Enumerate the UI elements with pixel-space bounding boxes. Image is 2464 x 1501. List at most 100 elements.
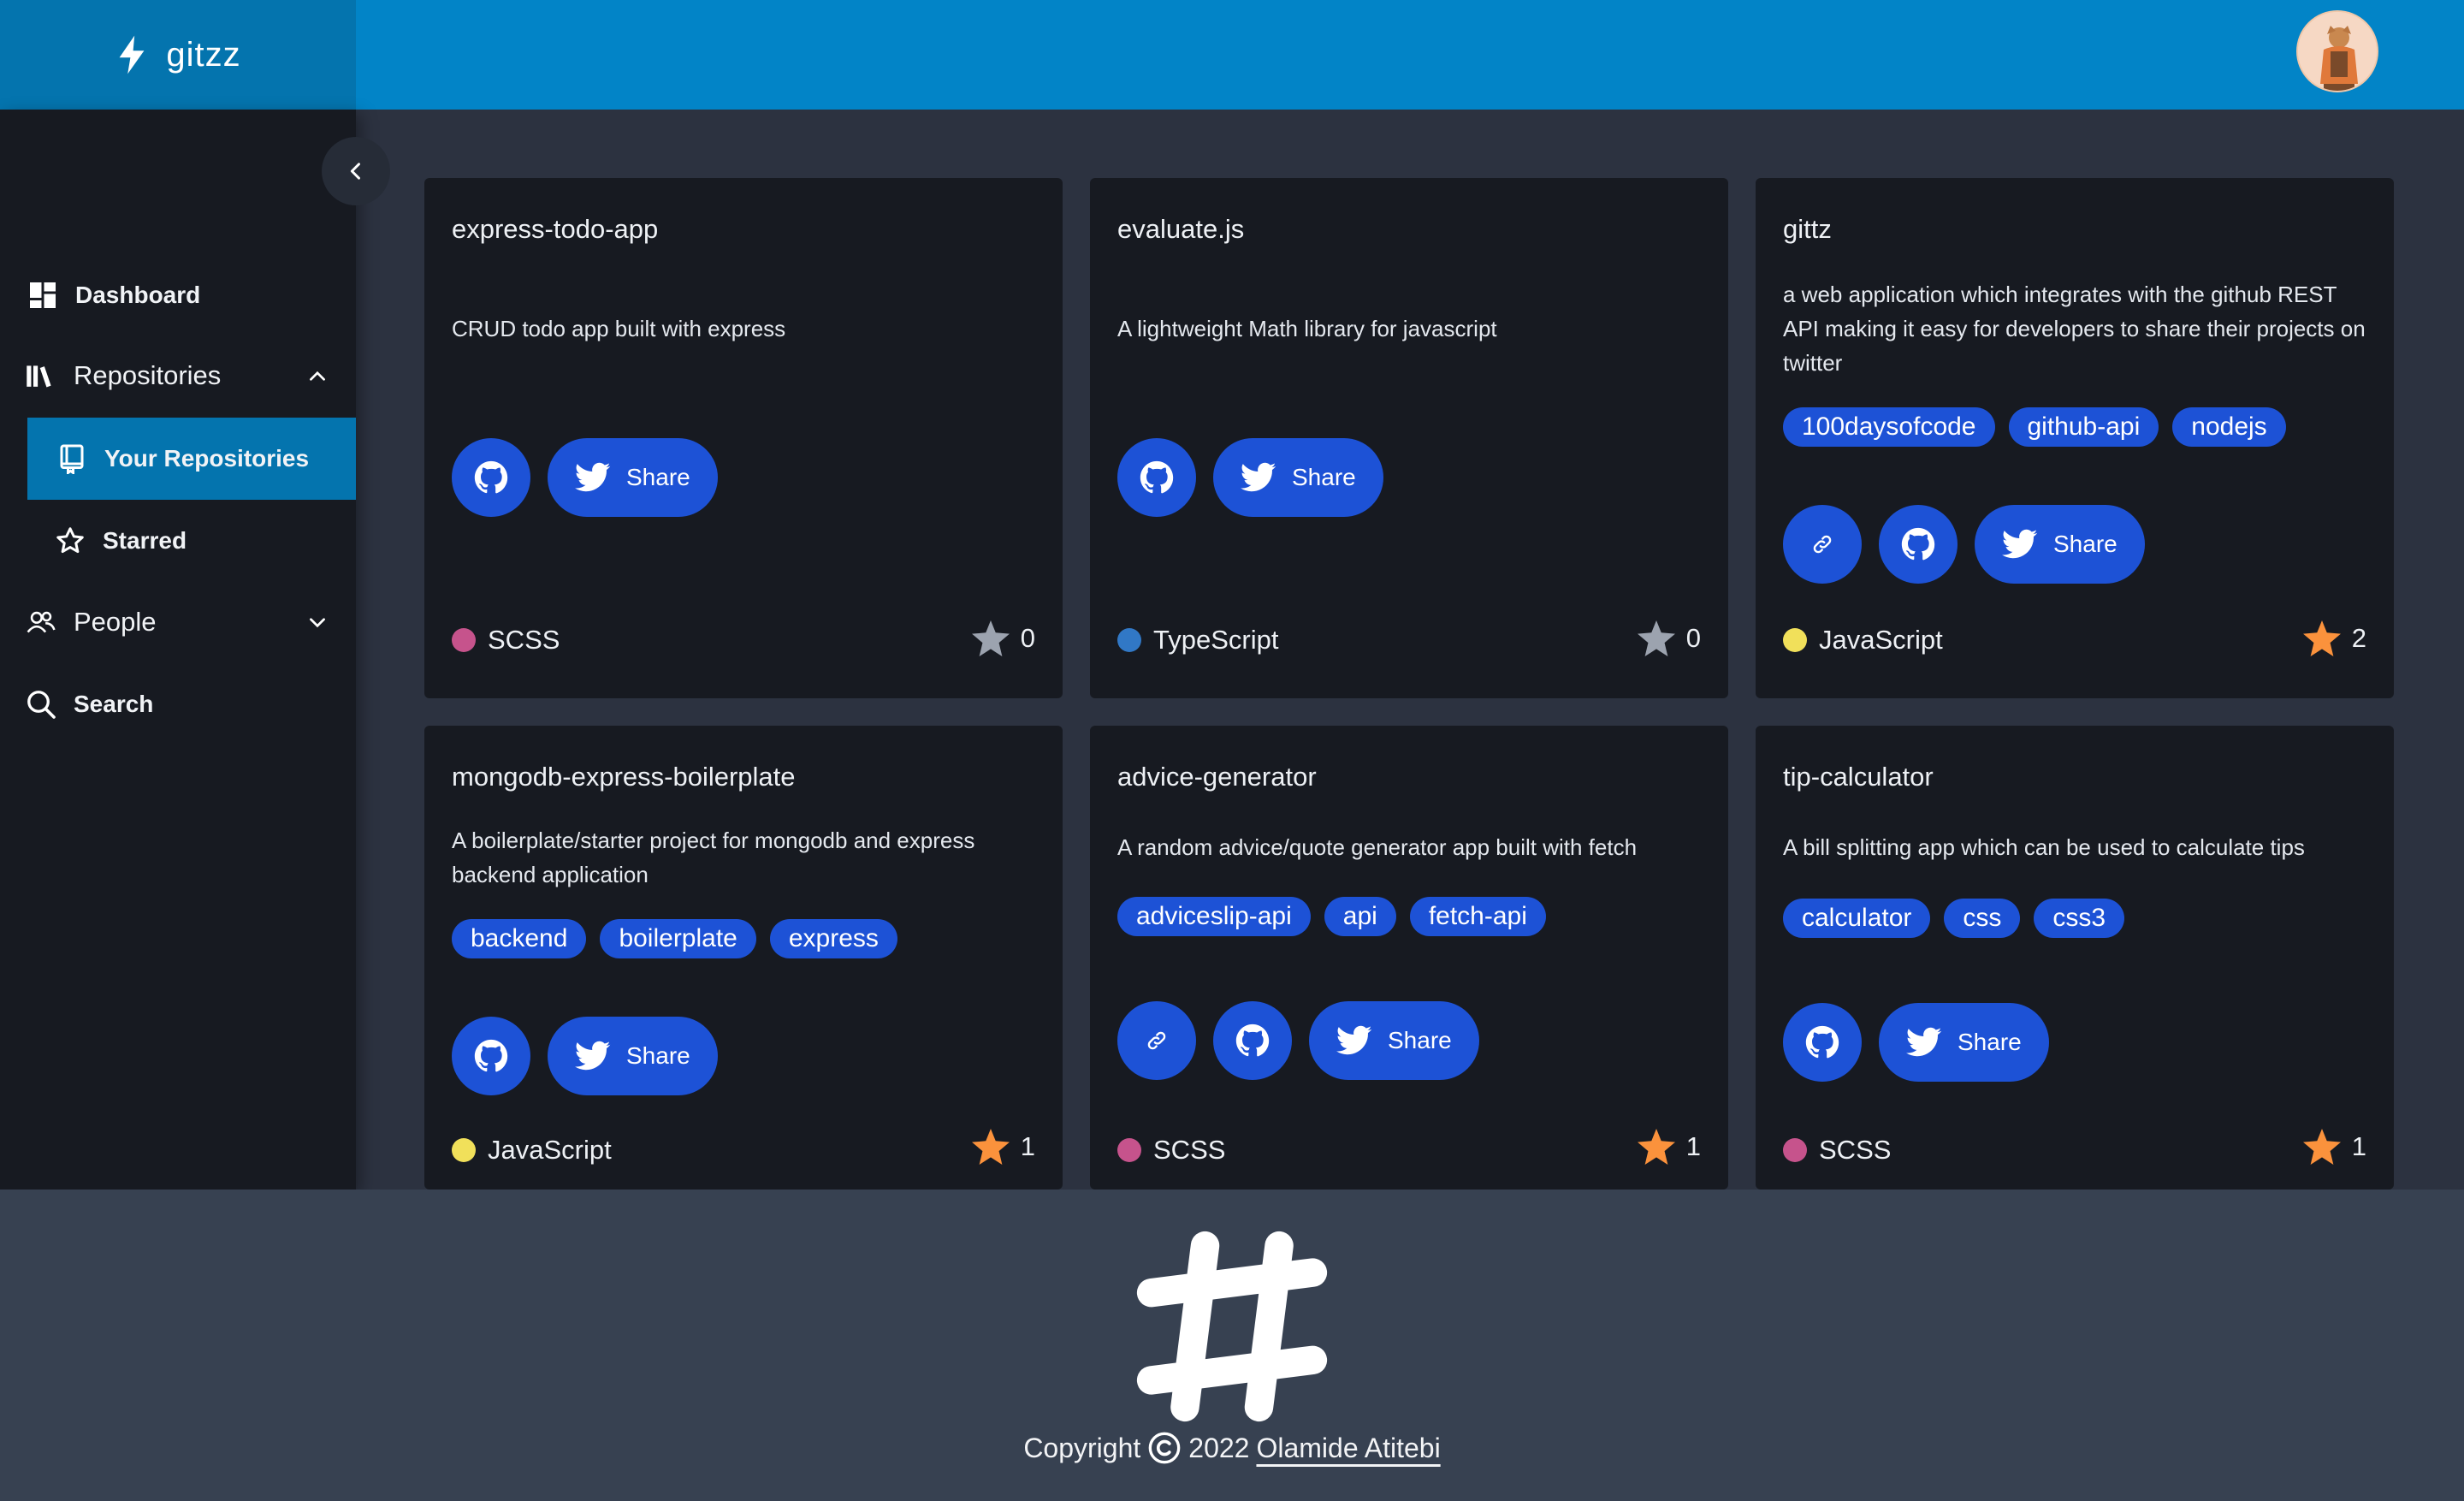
share-label: Share xyxy=(626,1042,690,1069)
github-button[interactable] xyxy=(1783,1003,1862,1082)
twitter-icon xyxy=(2002,529,2038,559)
sidebar-item-label: Repositories xyxy=(74,360,222,390)
repo-name[interactable]: gittz xyxy=(1783,214,1832,245)
repo-description: A boilerplate/starter project for mongod… xyxy=(452,828,975,887)
search-icon xyxy=(27,691,56,719)
github-icon xyxy=(474,460,508,494)
language-color-dot xyxy=(1783,628,1807,652)
repo-stars[interactable]: 0 xyxy=(1637,620,1701,657)
github-button[interactable] xyxy=(1117,438,1196,517)
topic-tag[interactable]: express xyxy=(769,919,897,958)
repo-stars[interactable]: 1 xyxy=(2302,1128,2366,1166)
share-label: Share xyxy=(1292,464,1356,490)
topic-tag[interactable]: calculator xyxy=(1783,899,1931,938)
language-name: TypeScript xyxy=(1153,625,1279,655)
repo-name[interactable]: evaluate.js xyxy=(1117,214,1244,245)
sidebar-item-dashboard[interactable]: Dashboard xyxy=(27,255,356,335)
star-icon xyxy=(1637,620,1675,657)
repo-actions: Share xyxy=(1117,438,1383,517)
github-button[interactable] xyxy=(1879,505,1958,584)
footer: Copyright 2022 Olamide Atitebi xyxy=(0,1190,2464,1501)
repo-actions: Share xyxy=(452,438,718,517)
people-icon xyxy=(27,611,56,633)
sidebar-item-starred[interactable]: Starred xyxy=(27,500,356,582)
copyright-label: Copyright xyxy=(1023,1432,1141,1463)
sidebar-item-search[interactable]: Search xyxy=(26,664,354,745)
share-label: Share xyxy=(1388,1027,1452,1053)
topic-tag[interactable]: fetch-api xyxy=(1409,897,1546,936)
repo-name[interactable]: mongodb-express-boilerplate xyxy=(452,762,796,792)
repo-actions: Share xyxy=(1783,505,2145,584)
share-button[interactable]: Share xyxy=(548,1017,718,1095)
sidebar-item-your-repositories[interactable]: Your Repositories xyxy=(27,418,356,500)
repo-name[interactable]: advice-generator xyxy=(1117,762,1317,792)
repo-stars[interactable]: 1 xyxy=(1637,1128,1701,1166)
repo-stars[interactable]: 2 xyxy=(2302,620,2366,657)
avatar-illustration xyxy=(2298,12,2377,91)
homepage-link-button[interactable] xyxy=(1783,505,1862,584)
repo-card: tip-calculator A bill splitting app whic… xyxy=(1756,726,2394,1190)
star-count: 1 xyxy=(2351,1131,2366,1161)
star-icon xyxy=(2302,1128,2341,1166)
brand[interactable]: gitzz xyxy=(0,0,356,110)
repo-tags: 100daysofcode github-api nodejs xyxy=(1783,407,2286,447)
language-color-dot xyxy=(452,628,476,652)
language-color-dot xyxy=(1783,1138,1807,1162)
repo-language: JavaScript xyxy=(452,1135,612,1166)
repo-description: A bill splitting app which can be used t… xyxy=(1783,834,2305,860)
topic-tag[interactable]: css xyxy=(1944,899,2021,938)
repo-actions: Share xyxy=(1117,1001,1479,1080)
star-count: 2 xyxy=(2351,623,2366,653)
repo-language: SCSS xyxy=(452,625,560,656)
share-label: Share xyxy=(1958,1029,2022,1055)
repo-book-icon xyxy=(60,444,84,474)
share-button[interactable]: Share xyxy=(1879,1003,2049,1082)
topic-tag[interactable]: 100daysofcode xyxy=(1783,407,1995,447)
homepage-link-button[interactable] xyxy=(1117,1001,1196,1080)
repo-tags: adviceslip-api api fetch-api xyxy=(1117,897,1546,936)
sidebar-collapse-button[interactable] xyxy=(322,137,390,205)
star-icon xyxy=(1637,1128,1675,1166)
share-button[interactable]: Share xyxy=(1975,505,2145,584)
copyright: Copyright 2022 Olamide Atitebi xyxy=(0,1431,2464,1465)
books-icon xyxy=(27,365,51,388)
sidebar-item-label: Dashboard xyxy=(75,282,201,308)
share-label: Share xyxy=(626,464,690,490)
topic-tag[interactable]: api xyxy=(1324,897,1396,936)
share-button[interactable]: Share xyxy=(548,438,718,517)
repo-name[interactable]: express-todo-app xyxy=(452,214,658,245)
star-icon xyxy=(971,1128,1010,1166)
topic-tag[interactable]: boilerplate xyxy=(600,919,756,958)
sidebar-item-label: People xyxy=(74,607,157,637)
repo-stars[interactable]: 0 xyxy=(971,620,1035,657)
topic-tag[interactable]: github-api xyxy=(2008,407,2159,447)
star-count: 1 xyxy=(1020,1131,1035,1161)
link-icon xyxy=(1147,1031,1166,1050)
star-count: 0 xyxy=(1020,623,1035,653)
star-icon xyxy=(2302,620,2341,657)
repo-name[interactable]: tip-calculator xyxy=(1783,762,1934,792)
sidebar-item-repositories[interactable]: Repositories xyxy=(26,335,354,416)
language-name: SCSS xyxy=(1819,1135,1892,1165)
lightning-bolt-icon xyxy=(119,35,145,74)
sidebar-item-people[interactable]: People xyxy=(26,582,354,662)
repo-language: SCSS xyxy=(1117,1135,1225,1166)
github-button[interactable] xyxy=(452,438,530,517)
github-button[interactable] xyxy=(1213,1001,1292,1080)
topic-tag[interactable]: nodejs xyxy=(2172,407,2286,447)
repo-description: A lightweight Math library for javascrip… xyxy=(1117,316,1497,341)
sidebar-item-label: Your Repositories xyxy=(104,445,310,472)
github-icon xyxy=(1805,1025,1839,1059)
author-link[interactable]: Olamide Atitebi xyxy=(1256,1433,1440,1464)
topic-tag[interactable]: backend xyxy=(452,919,587,958)
chevron-down-icon xyxy=(310,618,325,628)
repo-tags: calculator css css3 xyxy=(1783,899,2125,938)
repo-stars[interactable]: 1 xyxy=(971,1128,1035,1166)
share-button[interactable]: Share xyxy=(1213,438,1383,517)
repo-actions: Share xyxy=(1783,1003,2049,1082)
share-button[interactable]: Share xyxy=(1309,1001,1479,1080)
avatar[interactable] xyxy=(2296,10,2378,92)
topic-tag[interactable]: css3 xyxy=(2034,899,2125,938)
topic-tag[interactable]: adviceslip-api xyxy=(1117,897,1311,936)
github-button[interactable] xyxy=(452,1017,530,1095)
